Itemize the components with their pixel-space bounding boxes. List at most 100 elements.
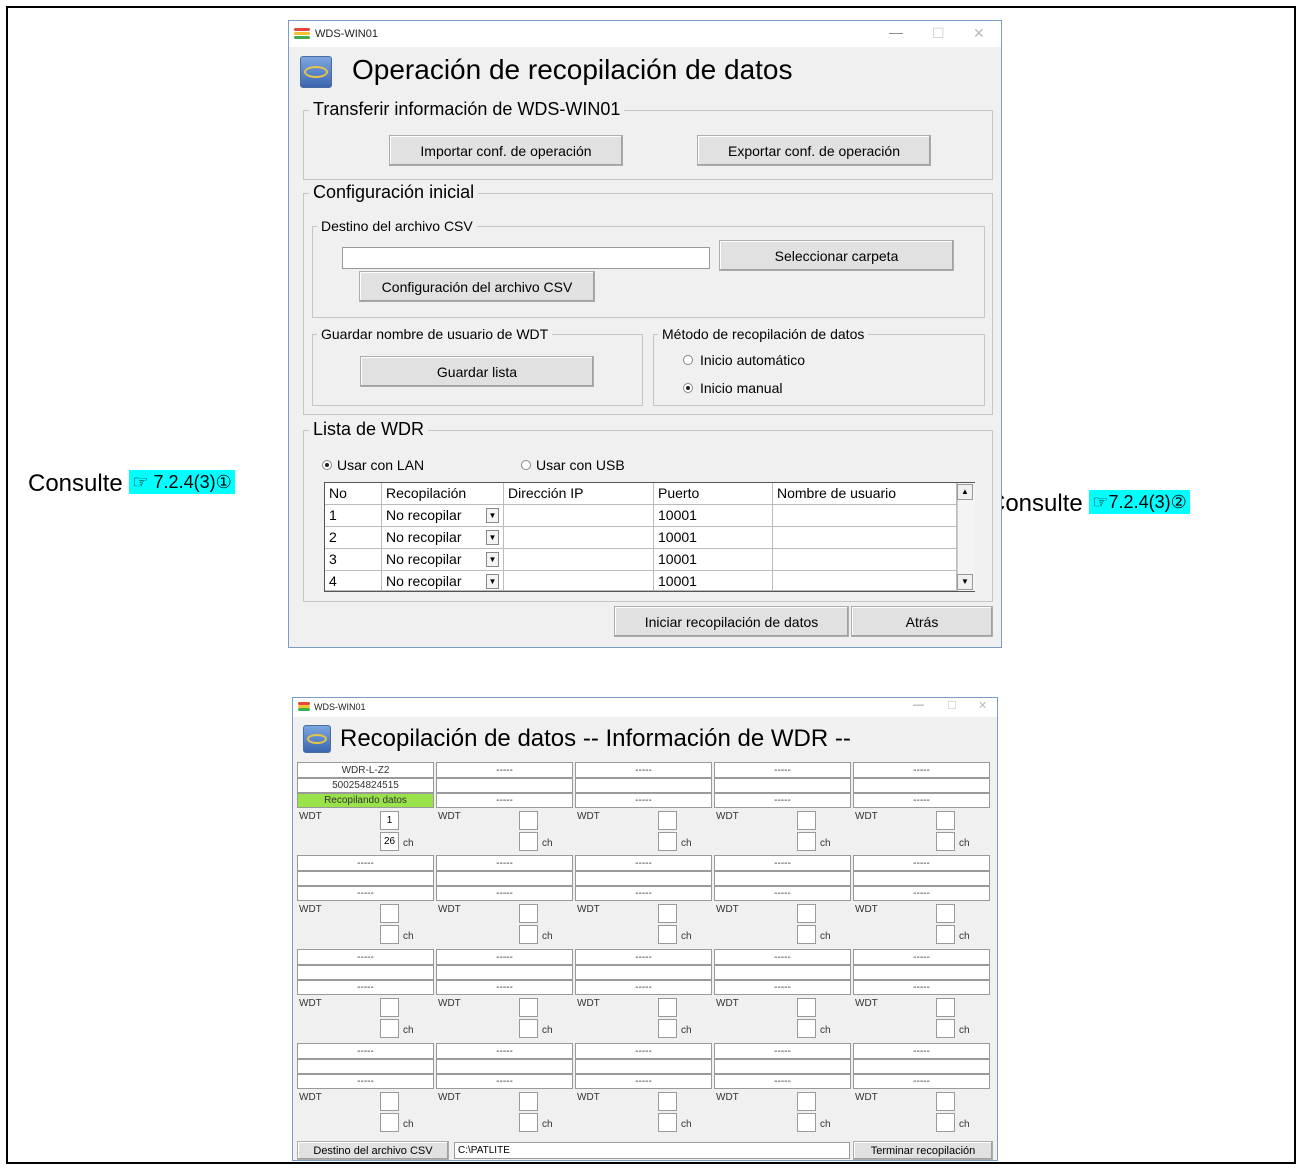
csv-config-button[interactable]: Configuración del archivo CSV	[359, 271, 595, 302]
scroll-down-icon[interactable]: ▼	[957, 574, 973, 590]
panel-16-wdt-field	[519, 1092, 538, 1111]
panel-18-serial	[714, 1059, 851, 1074]
window2-heading: Recopilación de datos -- Información de …	[340, 725, 851, 752]
row2-ip[interactable]	[504, 527, 654, 549]
panel-15-wdt-label: WDT	[299, 1092, 322, 1103]
panel-3-wdt-label: WDT	[716, 811, 739, 822]
panel-17-model: -----	[575, 1043, 712, 1059]
import-config-button[interactable]: Importar conf. de operación	[389, 135, 623, 166]
row1-ip[interactable]	[504, 505, 654, 527]
csv-path-display: C:\PATLITE	[454, 1142, 850, 1159]
panel-19-ch-label: ch	[959, 1119, 970, 1130]
minimize-icon[interactable]: —	[889, 24, 903, 40]
panel-4-model: -----	[853, 762, 990, 778]
row4-ip[interactable]	[504, 571, 654, 591]
row1-port[interactable]: 10001	[654, 505, 773, 527]
panel-1-ch-label: ch	[542, 838, 553, 849]
initial-config-label: Configuración inicial	[309, 182, 479, 203]
auto-start-radio[interactable]: Inicio automático	[683, 352, 805, 368]
collection-method-label: Método de recopilación de datos	[658, 326, 869, 342]
row2-no: 2	[325, 527, 382, 549]
export-config-button[interactable]: Exportar conf. de operación	[697, 135, 931, 166]
manual-start-radio[interactable]: Inicio manual	[683, 380, 783, 396]
panel-7-wdt-label: WDT	[577, 904, 600, 915]
app-icon	[294, 28, 310, 40]
panel-2-wdt-label: WDT	[577, 811, 600, 822]
row2-port[interactable]: 10001	[654, 527, 773, 549]
row1-user[interactable]	[773, 505, 957, 527]
col-header-recopilacion: Recopilación	[382, 483, 504, 505]
panel-7-wdt-field	[658, 904, 677, 923]
scroll-up-icon[interactable]: ▲	[957, 484, 973, 500]
panel-3-ch-field	[797, 832, 816, 851]
panel-8-wdt-label: WDT	[716, 904, 739, 915]
panel-5-ch-label: ch	[403, 931, 414, 942]
close-icon[interactable]: ✕	[973, 25, 985, 42]
row3-ip[interactable]	[504, 549, 654, 571]
wdr-table: No Recopilación Dirección IP Puerto Nomb…	[324, 482, 975, 592]
row4-user[interactable]	[773, 571, 957, 591]
maximize-icon[interactable]: ☐	[932, 25, 945, 42]
panel-13-serial	[714, 965, 851, 980]
panel-7-ch-field	[658, 925, 677, 944]
row4-dropdown-icon[interactable]: ▼	[486, 574, 499, 589]
close-icon-2[interactable]: ✕	[978, 699, 987, 712]
panel-5-ch-field	[380, 925, 399, 944]
panel-17-ch-label: ch	[681, 1119, 692, 1130]
panel-17-wdt-label: WDT	[577, 1092, 600, 1103]
panel-19-status: -----	[853, 1074, 990, 1089]
panel-14-ch-field	[936, 1019, 955, 1038]
panel-8-ch-field	[797, 925, 816, 944]
panel-14-model: -----	[853, 949, 990, 965]
usb-radio[interactable]: Usar con USB	[521, 457, 625, 473]
panel-16-status: -----	[436, 1074, 573, 1089]
row3-user[interactable]	[773, 549, 957, 571]
panel-8-model: -----	[714, 855, 851, 871]
maximize-icon-2[interactable]: ☐	[947, 699, 957, 712]
panel-11-ch-label: ch	[542, 1025, 553, 1036]
panel-14-status: -----	[853, 980, 990, 995]
panel-17-serial	[575, 1059, 712, 1074]
csv-destination-button[interactable]: Destino del archivo CSV	[297, 1141, 449, 1160]
row2-user[interactable]	[773, 527, 957, 549]
row3-port[interactable]: 10001	[654, 549, 773, 571]
start-collection-button[interactable]: Iniciar recopilación de datos	[614, 606, 849, 637]
panel-14-serial	[853, 965, 990, 980]
title-bar-2: WDS-WIN01 — ☐ ✕	[293, 698, 997, 717]
row3-no: 3	[325, 549, 382, 571]
minimize-icon-2[interactable]: —	[913, 699, 924, 711]
select-folder-button[interactable]: Seleccionar carpeta	[719, 240, 954, 271]
csv-path-field[interactable]	[342, 247, 710, 269]
lan-radio[interactable]: Usar con LAN	[322, 457, 424, 473]
panel-16-model: -----	[436, 1043, 573, 1059]
operation-window: WDS-WIN01 — ☐ ✕ Operación de recopilació…	[288, 20, 1002, 648]
panel-5-wdt-label: WDT	[299, 904, 322, 915]
manual-start-radio-dot	[683, 383, 693, 393]
panel-6-serial	[436, 871, 573, 886]
panel-0-model: WDR-L-Z2	[297, 762, 434, 778]
back-button[interactable]: Atrás	[851, 606, 993, 637]
panel-2-wdt-field	[658, 811, 677, 830]
panel-18-status: -----	[714, 1074, 851, 1089]
annotation-left-prefix: Consulte	[28, 470, 123, 497]
save-list-button[interactable]: Guardar lista	[360, 356, 594, 387]
col-header-ip: Dirección IP	[504, 483, 654, 505]
panel-11-status: -----	[436, 980, 573, 995]
csv-destination-label: Destino del archivo CSV	[317, 218, 477, 234]
panel-19-ch-field	[936, 1113, 955, 1132]
panel-6-model: -----	[436, 855, 573, 871]
panel-4-status: -----	[853, 793, 990, 808]
wdr-list-label: Lista de WDR	[309, 419, 429, 440]
panel-19-model: -----	[853, 1043, 990, 1059]
end-collection-button[interactable]: Terminar recopilación	[853, 1141, 993, 1160]
row1-dropdown-icon[interactable]: ▼	[486, 508, 499, 523]
panel-16-serial	[436, 1059, 573, 1074]
auto-start-radio-dot	[683, 355, 693, 365]
row2-dropdown-icon[interactable]: ▼	[486, 530, 499, 545]
panel-9-status: -----	[853, 886, 990, 901]
row3-dropdown-icon[interactable]: ▼	[486, 552, 499, 567]
panel-10-model: -----	[297, 949, 434, 965]
row4-port[interactable]: 10001	[654, 571, 773, 591]
panel-15-ch-label: ch	[403, 1119, 414, 1130]
title-bar: WDS-WIN01 — ☐ ✕	[289, 21, 1001, 47]
